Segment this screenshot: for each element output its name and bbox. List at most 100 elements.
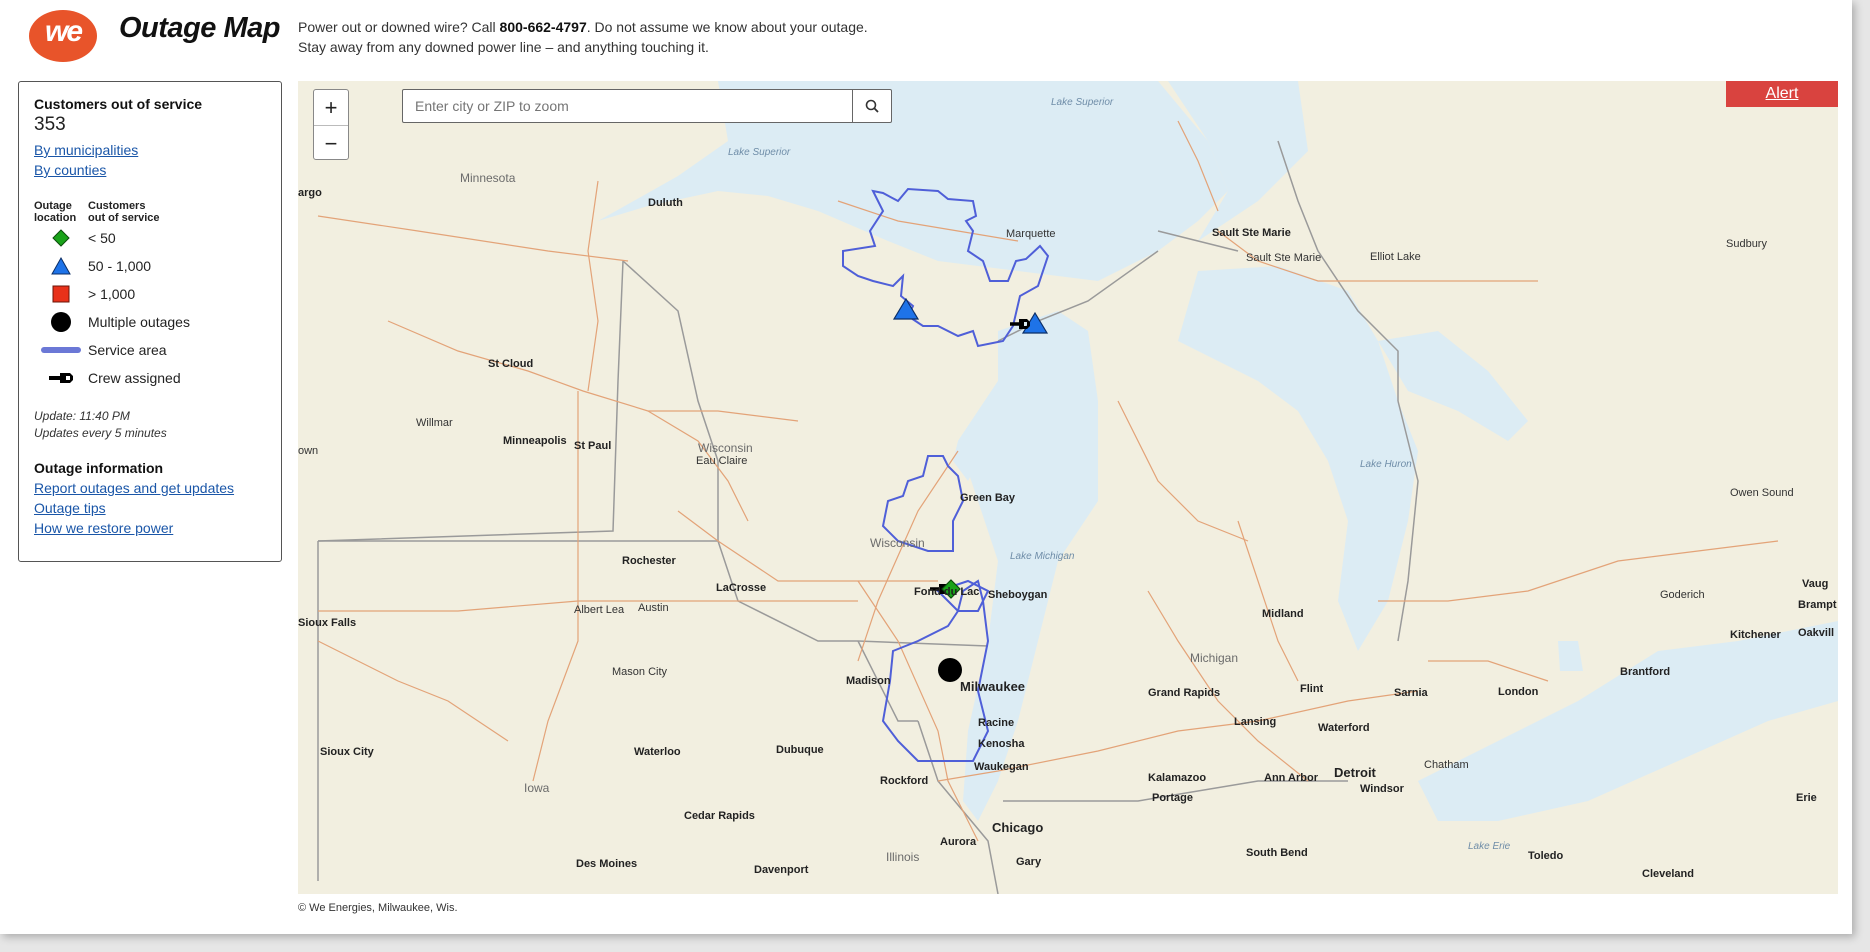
label-waterloo: Waterloo bbox=[634, 746, 681, 758]
label-st-cloud: St Cloud bbox=[488, 358, 534, 370]
zoom-in-button[interactable]: + bbox=[314, 90, 348, 126]
legend-header: Outage location Customers out of service bbox=[34, 200, 266, 224]
label-chatham: Chatham bbox=[1424, 759, 1469, 771]
copyright: © We Energies, Milwaukee, Wis. bbox=[298, 902, 458, 914]
label-sarnia: Sarnia bbox=[1394, 687, 1428, 699]
label-elliot-lake: Elliot Lake bbox=[1370, 251, 1421, 263]
label-eau-claire: Eau Claire bbox=[696, 455, 748, 467]
label-erie: Erie bbox=[1796, 792, 1817, 804]
legend-label: Multiple outages bbox=[88, 314, 190, 330]
label-sheboygan: Sheboygan bbox=[988, 589, 1048, 601]
label-willmar: Willmar bbox=[416, 417, 453, 429]
logo-text: we bbox=[44, 15, 83, 48]
search-icon bbox=[865, 99, 879, 113]
label-sault-ste-marie: Sault Ste Marie bbox=[1212, 227, 1291, 239]
report-outages-link[interactable]: Report outages and get updates bbox=[34, 478, 266, 498]
label-vaug: Vaug bbox=[1802, 578, 1829, 590]
label-lake-huron: Lake Huron bbox=[1360, 459, 1412, 470]
label-fond-du-lac: Fond du Lac bbox=[914, 586, 980, 598]
label-midland: Midland bbox=[1262, 608, 1304, 620]
label-iowa: Iowa bbox=[524, 781, 550, 795]
label-flint: Flint bbox=[1300, 683, 1324, 695]
label-madison: Madison bbox=[846, 675, 891, 687]
label-minnesota: Minnesota bbox=[460, 171, 516, 185]
label-oakvill: Oakvill bbox=[1798, 627, 1835, 639]
label-cleveland: Cleveland bbox=[1642, 868, 1694, 880]
safety-notice: Power out or downed wire? Call 800-662-4… bbox=[298, 17, 868, 57]
legend-col2-line1: Customers bbox=[88, 200, 146, 212]
label-lacrosse: LaCrosse bbox=[716, 582, 767, 594]
label-sioux-falls: Sioux Falls bbox=[298, 617, 357, 629]
label-lake-superior: Lake Superior bbox=[728, 147, 791, 158]
label-davenport: Davenport bbox=[754, 864, 809, 876]
label-waterford: Waterford bbox=[1318, 722, 1370, 734]
green-diamond-icon bbox=[52, 229, 70, 247]
label-michigan: Michigan bbox=[1190, 651, 1239, 665]
update-time: Update: 11:40 PM bbox=[34, 409, 130, 423]
label-mason-city: Mason City bbox=[612, 666, 668, 678]
we-energies-logo[interactable]: we bbox=[27, 5, 99, 63]
wrench-icon bbox=[49, 373, 73, 383]
legend-row-multiple: Multiple outages bbox=[34, 308, 266, 336]
legend-row-crew: Crew assigned bbox=[34, 364, 266, 392]
label-brantford: Brantford bbox=[1620, 666, 1671, 678]
outage-map[interactable]: Lake Superior Lake Superior Lake Michiga… bbox=[298, 81, 1838, 894]
customers-out-heading: Customers out of service bbox=[34, 96, 203, 112]
service-area-line-icon bbox=[41, 347, 81, 353]
label-detroit: Detroit bbox=[1334, 765, 1376, 780]
phone-number[interactable]: 800-662-4797 bbox=[500, 19, 587, 35]
label-sudbury: Sudbury bbox=[1726, 238, 1767, 250]
label-des-moines: Des Moines bbox=[576, 858, 638, 870]
notice-text-post: . Do not assume we know about your outag… bbox=[586, 19, 868, 35]
outage-marker-triangle[interactable] bbox=[892, 297, 920, 320]
legend-col2-line2: out of service bbox=[88, 212, 160, 224]
legend-row-lt50: < 50 bbox=[34, 224, 266, 252]
label-own: own bbox=[298, 445, 319, 457]
label-london: London bbox=[1498, 686, 1539, 698]
by-municipalities-link[interactable]: By municipalities bbox=[34, 140, 266, 160]
customers-out-count: 353 bbox=[34, 114, 66, 135]
label-rochester: Rochester bbox=[622, 555, 676, 567]
outage-summary-panel: Customers out of service 353 By municipa… bbox=[18, 81, 282, 562]
legend-label: 50 - 1,000 bbox=[88, 258, 152, 274]
search-input[interactable] bbox=[403, 90, 852, 122]
legend-row-gt1000: > 1,000 bbox=[34, 280, 266, 308]
legend-label: Crew assigned bbox=[88, 370, 181, 386]
label-st-paul: St Paul bbox=[574, 440, 612, 452]
legend-label: > 1,000 bbox=[88, 286, 136, 302]
label-kitchener: Kitchener bbox=[1730, 629, 1781, 641]
legend-label: Service area bbox=[88, 342, 167, 358]
outage-marker-multiple[interactable] bbox=[938, 658, 962, 682]
label-goderich: Goderich bbox=[1660, 589, 1705, 601]
label-cedar-rapids: Cedar Rapids bbox=[684, 810, 755, 822]
label-toledo: Toledo bbox=[1528, 850, 1564, 862]
notice-text: Power out or downed wire? Call bbox=[298, 19, 500, 35]
label-aurora: Aurora bbox=[940, 836, 977, 848]
black-circle-icon bbox=[51, 312, 71, 332]
label-lake-michigan: Lake Michigan bbox=[1010, 551, 1075, 562]
blue-triangle-icon bbox=[51, 257, 71, 275]
label-kenosha: Kenosha bbox=[978, 738, 1025, 750]
legend-row-service-area: Service area bbox=[34, 336, 266, 364]
alert-button[interactable]: Alert bbox=[1726, 81, 1838, 107]
legend-row-50-1000: 50 - 1,000 bbox=[34, 252, 266, 280]
label-minneapolis: Minneapolis bbox=[503, 435, 567, 447]
legend-col1-line2: location bbox=[34, 212, 77, 224]
map-basemap[interactable] bbox=[298, 81, 1838, 894]
label-ann-arbor: Ann Arbor bbox=[1264, 772, 1318, 784]
label-kalamazoo: Kalamazoo bbox=[1148, 772, 1207, 784]
label-gary: Gary bbox=[1016, 856, 1042, 868]
zoom-out-button[interactable]: − bbox=[314, 126, 348, 161]
outage-tips-link[interactable]: Outage tips bbox=[34, 498, 266, 518]
label-south-bend: South Bend bbox=[1246, 847, 1308, 859]
search-button[interactable] bbox=[852, 90, 891, 122]
label-grand-rapids: Grand Rapids bbox=[1148, 687, 1221, 699]
label-wisconsin-n: Wisconsin bbox=[698, 441, 753, 455]
legend-label: < 50 bbox=[88, 230, 116, 246]
page: we Outage Map Power out or downed wire? … bbox=[0, 0, 1852, 934]
label-owen-sound: Owen Sound bbox=[1730, 487, 1794, 499]
red-square-icon bbox=[52, 285, 70, 303]
label-albert-lea: Albert Lea bbox=[574, 604, 625, 616]
how-we-restore-power-link[interactable]: How we restore power bbox=[34, 518, 266, 538]
by-counties-link[interactable]: By counties bbox=[34, 160, 266, 180]
